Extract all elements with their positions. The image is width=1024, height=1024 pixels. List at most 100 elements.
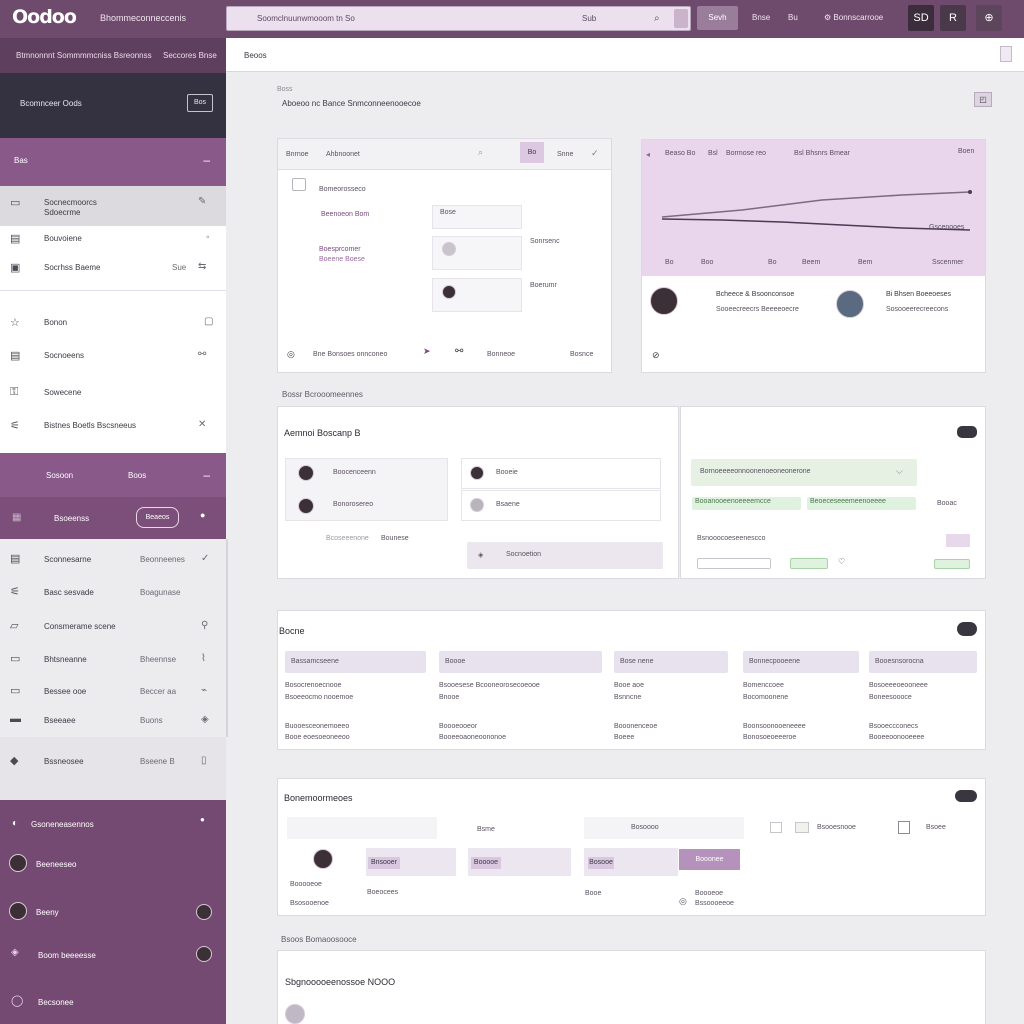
person-1-name[interactable]: Bcheece & Bsoonconsoe [716,291,794,298]
sidebar-item-1[interactable]: ▭ Socnecmoorcs Sdoecrme ✎ [0,196,226,217]
avatar[interactable] [442,242,456,256]
action-icon[interactable]: ⚲ [201,620,208,631]
card1-footer-2[interactable]: Bonneoe [487,351,515,358]
lock-icon[interactable]: ▢ [204,316,213,327]
tab-1[interactable]: Bnrnoe [286,151,309,158]
action-icon[interactable]: ◈ [201,714,209,725]
card4-button-1[interactable]: Bnsooer [368,857,400,869]
arrow-icon[interactable]: ➤ [423,346,431,357]
footer-item-4[interactable]: Boom beeeesse [38,951,96,960]
search-options-button[interactable] [674,9,688,28]
card2-item-1[interactable]: Boocenceenn [333,469,376,476]
card1-footer-1[interactable]: Bne Bonsoes onnconeo [313,351,387,358]
action-icon[interactable]: ⌁ [201,685,207,696]
card4-button-4[interactable]: Booonee [679,849,740,870]
tab-button[interactable]: Bo [520,142,544,163]
top-link-2[interactable]: Bu [788,13,798,22]
settings-icon[interactable]: ⊕ [976,5,1002,31]
link-icon[interactable]: ⚯ [198,349,206,360]
card1-right-row-3[interactable]: Boerumr [530,282,557,289]
avatar[interactable] [470,498,484,512]
app-name[interactable]: Bhommeconneccenis [100,13,186,23]
card2-item-2[interactable]: Bonorosereo [333,501,373,508]
user-menu-icon[interactable]: SD [908,5,934,31]
action-icon[interactable]: ⌇ [201,653,206,664]
link-icon[interactable]: ⚯ [455,346,463,357]
card1-right-row-1[interactable]: Bose [440,209,456,216]
footer-item-3[interactable]: Beeny [36,908,59,917]
search-button[interactable]: Sevh [697,6,738,30]
card2-bottom-bar[interactable] [467,542,663,569]
doc-icon[interactable] [898,821,910,834]
avatar[interactable] [442,285,456,299]
card1-right-row-2[interactable]: Sonrsenc [530,238,560,245]
footer-item-5[interactable]: Becsonee [38,998,74,1007]
card4-button-2[interactable]: Booooe [471,857,501,869]
company-button[interactable]: Bos [187,94,213,112]
sidebar-top-right[interactable]: Seccores Bnse [163,51,217,60]
toggle-switch[interactable] [955,790,977,802]
top-link-3[interactable]: ⚙ Bonnscarrooe [824,13,883,22]
info-icon[interactable]: ◦ [206,232,210,243]
avatar[interactable] [196,946,212,962]
collapse-icon-2[interactable]: – [203,468,210,482]
table-column-header[interactable]: Bose nene [614,651,728,673]
avatar[interactable] [313,849,333,869]
notification-icon[interactable]: R [940,5,966,31]
card1-footer-3[interactable]: Bosnce [570,351,593,358]
search-bar[interactable]: Soomclnuunwmooom tn So Sub ⌕ [226,6,691,31]
avatar[interactable] [9,902,27,920]
breadcrumb[interactable]: Boss [277,86,293,93]
card4-button-3[interactable]: Bosooe [588,857,614,869]
toggle-switch[interactable] [957,426,977,438]
lock-icon[interactable]: ⊘ [652,350,660,361]
check-icon[interactable]: ✓ [591,148,599,159]
sidebar-section-2[interactable]: Sosoon Boos – [0,453,226,501]
sidebar-top-left[interactable]: Btmnonnnt Sommmmcniss Bsreonnss [16,51,152,60]
table-column-header[interactable]: Booesnsorocna [869,651,977,673]
share-icon[interactable]: ✕ [198,419,206,430]
edit-icon[interactable]: ✎ [198,196,206,207]
card1-row-1[interactable]: Beenoeon Bom [321,211,369,218]
card1-row-2[interactable]: Boesprcomer [319,246,361,253]
avatar[interactable] [470,466,484,480]
top-link-1[interactable]: Bnse [752,13,770,22]
collapse-icon[interactable]: – [203,153,210,167]
checkbox[interactable] [292,178,306,191]
footer-item-2[interactable]: Beeneeseo [36,860,76,869]
action-icon[interactable]: ✓ [201,553,209,564]
table-column-header[interactable]: Bonnecpooeene [743,651,859,673]
person-2-name[interactable]: Bi Bhsen Boeeoeses [886,291,951,298]
tab-2[interactable]: Ahbnoonet [326,151,360,158]
action-icon[interactable]: ▯ [201,755,207,766]
footer-item-1[interactable]: Gsoneneasennos [31,820,94,829]
avatar[interactable] [650,287,678,315]
table-column-header[interactable]: Boooe [439,651,602,673]
sidebar-section-1[interactable]: Bas – [0,138,226,186]
card2-right-side-2[interactable] [934,559,970,569]
expand-icon[interactable]: ◰ [974,92,992,107]
search-icon[interactable]: ⌕ [478,147,483,158]
refresh-icon[interactable]: ⇆ [198,261,206,272]
target-icon[interactable]: ◎ [679,896,687,907]
avatar[interactable] [836,290,864,318]
checkbox[interactable] [770,822,782,833]
avatar[interactable] [298,465,314,481]
heart-icon[interactable]: ♡ [838,557,845,566]
search-input[interactable]: Soomclnuunwmooom tn So [257,14,355,23]
chevron-down-icon[interactable]: ⌵ [896,466,903,477]
panel-toggle-icon[interactable] [1000,46,1012,62]
avatar[interactable] [196,904,212,920]
search-icon[interactable]: ⌕ [654,13,660,24]
tab-3[interactable]: Snne [557,151,573,158]
card1-row-3[interactable]: Boeene Boese [319,256,365,263]
table-column-header[interactable]: Bassamcseene [285,651,426,673]
card2-item-3[interactable]: Booeie [496,469,518,476]
card2-item-4[interactable]: Bsaene [496,501,520,508]
toggle-switch[interactable] [957,622,977,636]
avatar[interactable] [285,1004,305,1024]
avatar[interactable] [298,498,314,514]
sidebar-sub-button[interactable]: Beaeos [136,507,179,528]
checkbox[interactable] [795,822,809,833]
app-logo[interactable]: Oodoo [12,6,77,28]
